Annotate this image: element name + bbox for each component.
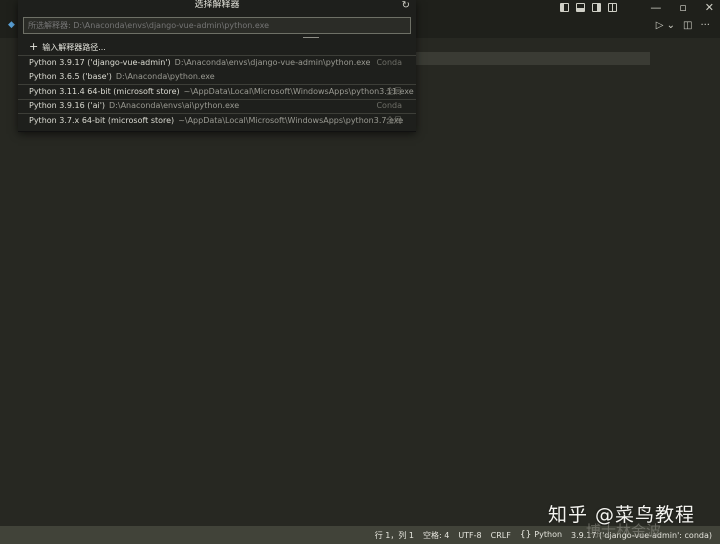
customize-layout-icon[interactable] xyxy=(608,2,617,12)
enter-interpreter-path-item[interactable]: + 输入解释器路径... xyxy=(18,40,416,54)
progress-indicator xyxy=(303,37,319,38)
select-interpreter-quick-pick: 选择解释器 ↻ +输入解释器路径... Python 3.9.17 ('djan… xyxy=(18,0,416,132)
interpreter-tag: 全局 xyxy=(386,116,402,125)
toggle-primary-sidebar-icon[interactable] xyxy=(560,2,569,12)
refresh-icon[interactable]: ↻ xyxy=(402,0,410,11)
split-editor-icon[interactable]: ◫ xyxy=(683,20,692,31)
interpreter-filter-input[interactable] xyxy=(23,17,411,34)
interpreter-path: D:\Anaconda\python.exe xyxy=(115,72,215,81)
interpreter-name: Python 3.6.5 ('base') xyxy=(29,72,112,81)
run-python-icon[interactable]: ▷ ⌄ xyxy=(656,20,675,31)
plus-icon: + xyxy=(29,40,39,53)
watermark: 知乎 @菜鸟教程 xyxy=(548,504,696,526)
editor-actions: ▷ ⌄ ◫ ··· xyxy=(656,20,710,31)
python-file-icon: ◆ xyxy=(8,20,15,30)
quick-pick-header: 选择解释器 ↻ xyxy=(18,0,416,13)
layout-controls xyxy=(560,0,617,14)
vscode-window: — ▫ ✕ ▷ ⌄ ◫ ··· ◆ 选择解释器 ↻ +输入解释器路径... Py… xyxy=(0,0,720,544)
language-mode[interactable]: {} Python xyxy=(520,530,562,540)
interpreter-path: ~\AppData\Local\Microsoft\WindowsApps\py… xyxy=(178,116,404,125)
interpreter-name: Python 3.7.x 64-bit (microsoft store) xyxy=(29,116,175,125)
interpreter-item[interactable]: Python 3.9.17 ('django-vue-admin') D:\Ana… xyxy=(18,56,416,70)
enter-path-label: 输入解释器路径... xyxy=(42,43,106,52)
interpreter-name: Python 3.9.16 ('ai') xyxy=(29,101,106,110)
toggle-panel-icon[interactable] xyxy=(576,2,585,12)
more-actions-icon[interactable]: ··· xyxy=(700,20,710,31)
status-bar-right: 行 1，列 1 空格: 4 UTF-8 CRLF {} Python 3.9.17… xyxy=(375,526,712,544)
indentation[interactable]: 空格: 4 xyxy=(423,530,449,541)
interpreter-tag: Conda xyxy=(376,58,402,67)
language-label: Python xyxy=(534,530,563,539)
interpreter-item[interactable]: Python 3.7.x 64-bit (microsoft store) ~\A… xyxy=(18,114,416,128)
cursor-position[interactable]: 行 1，列 1 xyxy=(375,530,414,541)
quick-pick-title: 选择解释器 xyxy=(194,0,240,10)
toggle-secondary-sidebar-icon[interactable] xyxy=(592,2,601,12)
interpreter-name: Python 3.11.4 64-bit (microsoft store) xyxy=(29,87,180,96)
line-ending[interactable]: CRLF xyxy=(491,531,511,540)
braces-icon: {} xyxy=(519,530,532,540)
window-controls: — ▫ ✕ xyxy=(650,0,714,14)
interpreter-path: D:\Anaconda\envs\ai\python.exe xyxy=(109,101,240,110)
interpreter-tag: 全局 xyxy=(386,87,402,96)
close-icon[interactable]: ✕ xyxy=(705,1,714,14)
minimize-icon[interactable]: — xyxy=(650,1,661,14)
interpreter-path: D:\Anaconda\envs\django-vue-admin\python… xyxy=(174,58,371,67)
encoding[interactable]: UTF-8 xyxy=(458,531,481,540)
interpreter-item[interactable]: Python 3.11.4 64-bit (microsoft store) ~\… xyxy=(18,85,416,99)
interpreter-path: ~\AppData\Local\Microsoft\WindowsApps\py… xyxy=(183,87,414,96)
interpreter-item[interactable]: Python 3.6.5 ('base') D:\Anaconda\python.… xyxy=(18,70,416,84)
maximize-icon[interactable]: ▫ xyxy=(679,1,686,14)
interpreter-name: Python 3.9.17 ('django-vue-admin') xyxy=(29,58,171,67)
interpreter-tag: Conda xyxy=(376,101,402,110)
interpreter-item[interactable]: Python 3.9.16 ('ai') D:\Anaconda\envs\ai\… xyxy=(18,99,416,113)
